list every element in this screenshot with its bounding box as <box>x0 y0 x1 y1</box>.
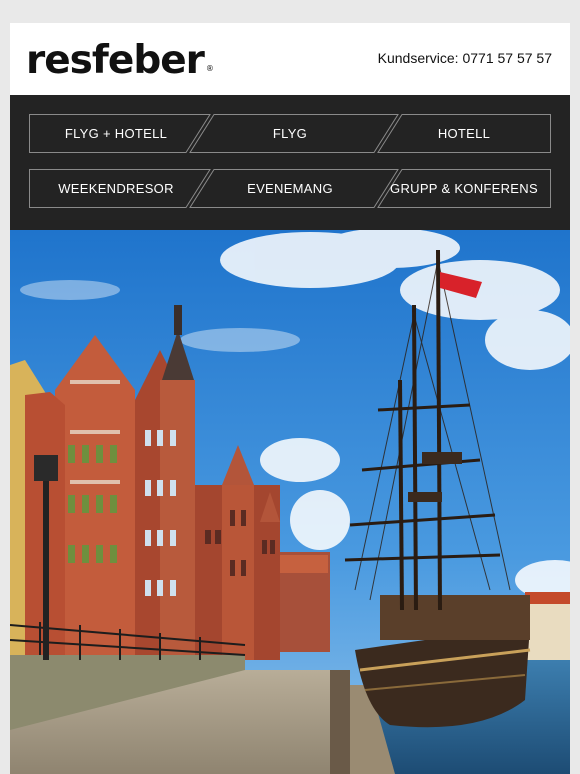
nav-row-1: FLYG + HOTELL FLYG HOTELL <box>29 114 551 153</box>
resfeber-logo[interactable]: resfeber ® <box>26 35 214 87</box>
nav-evenemang[interactable]: EVENEMANG <box>203 169 377 208</box>
header: resfeber ® Kundservice: 0771 57 57 57 <box>10 23 570 95</box>
nav-row-2: WEEKENDRESOR EVENEMANG GRUPP & KONFERENS <box>29 169 551 208</box>
navigation-menu: FLYG + HOTELL FLYG HOTELL WEEKENDRESOR E… <box>10 95 570 230</box>
logo-text: resfeber <box>26 38 205 83</box>
registered-mark: ® <box>205 64 214 73</box>
nav-hotell[interactable]: HOTELL <box>377 114 551 153</box>
nav-grupp-konferens[interactable]: GRUPP & KONFERENS <box>377 169 551 208</box>
email-container: resfeber ® Kundservice: 0771 57 57 57 FLY… <box>10 23 570 774</box>
customer-service-phone[interactable]: Kundservice: 0771 57 57 57 <box>378 50 552 66</box>
hero-image[interactable] <box>10 230 570 774</box>
harbor-photo <box>10 230 570 774</box>
nav-flyg-hotell[interactable]: FLYG + HOTELL <box>29 114 203 153</box>
nav-weekendresor[interactable]: WEEKENDRESOR <box>29 169 203 208</box>
nav-flyg[interactable]: FLYG <box>203 114 377 153</box>
